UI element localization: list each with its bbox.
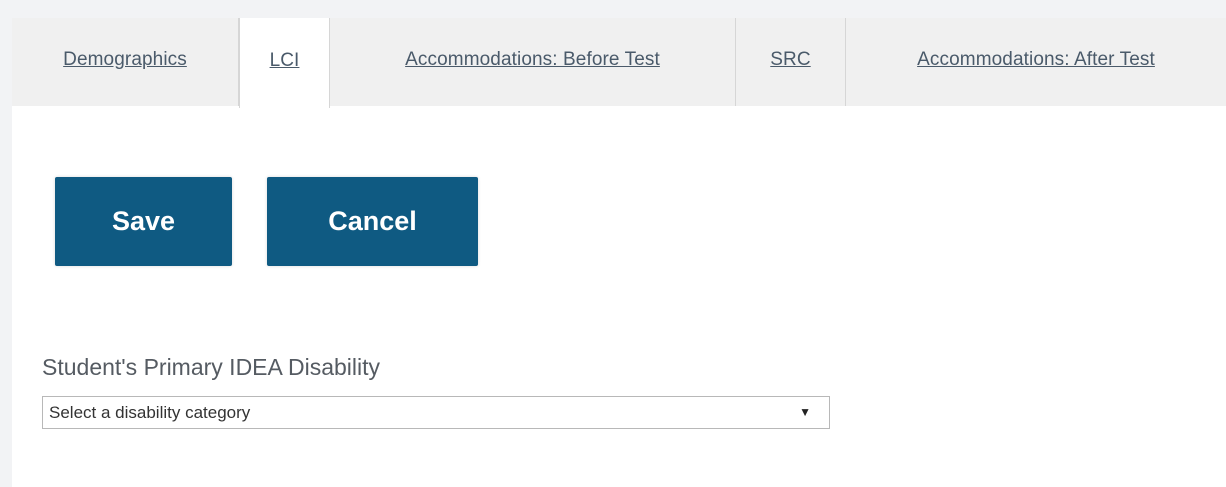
cancel-button[interactable]: Cancel [267, 177, 478, 266]
page: Demographics LCI Accommodations: Before … [0, 0, 1226, 487]
tab-label[interactable]: Accommodations: Before Test [405, 49, 660, 71]
tab-label[interactable]: Accommodations: After Test [917, 49, 1155, 71]
tab-label[interactable]: SRC [770, 49, 810, 71]
tab-src[interactable]: SRC [736, 18, 846, 106]
save-button[interactable]: Save [55, 177, 232, 266]
disability-select-value: Select a disability category [49, 402, 251, 422]
tab-accommodations-after-test[interactable]: Accommodations: After Test [846, 18, 1226, 106]
tab-lci[interactable]: LCI [239, 18, 330, 108]
triangle-down-icon[interactable]: ▼ [799, 405, 811, 419]
tab-accommodations-before-test[interactable]: Accommodations: Before Test [330, 18, 736, 106]
tab-demographics[interactable]: Demographics [12, 18, 239, 106]
tab-label[interactable]: LCI [270, 50, 300, 72]
tab-label[interactable]: Demographics [63, 49, 187, 71]
disability-field-label: Student's Primary IDEA Disability [42, 354, 381, 380]
disability-select[interactable]: Select a disability category ▼ [42, 396, 830, 429]
save-button-label: Save [111, 206, 176, 236]
cancel-button-label: Cancel [328, 206, 417, 236]
